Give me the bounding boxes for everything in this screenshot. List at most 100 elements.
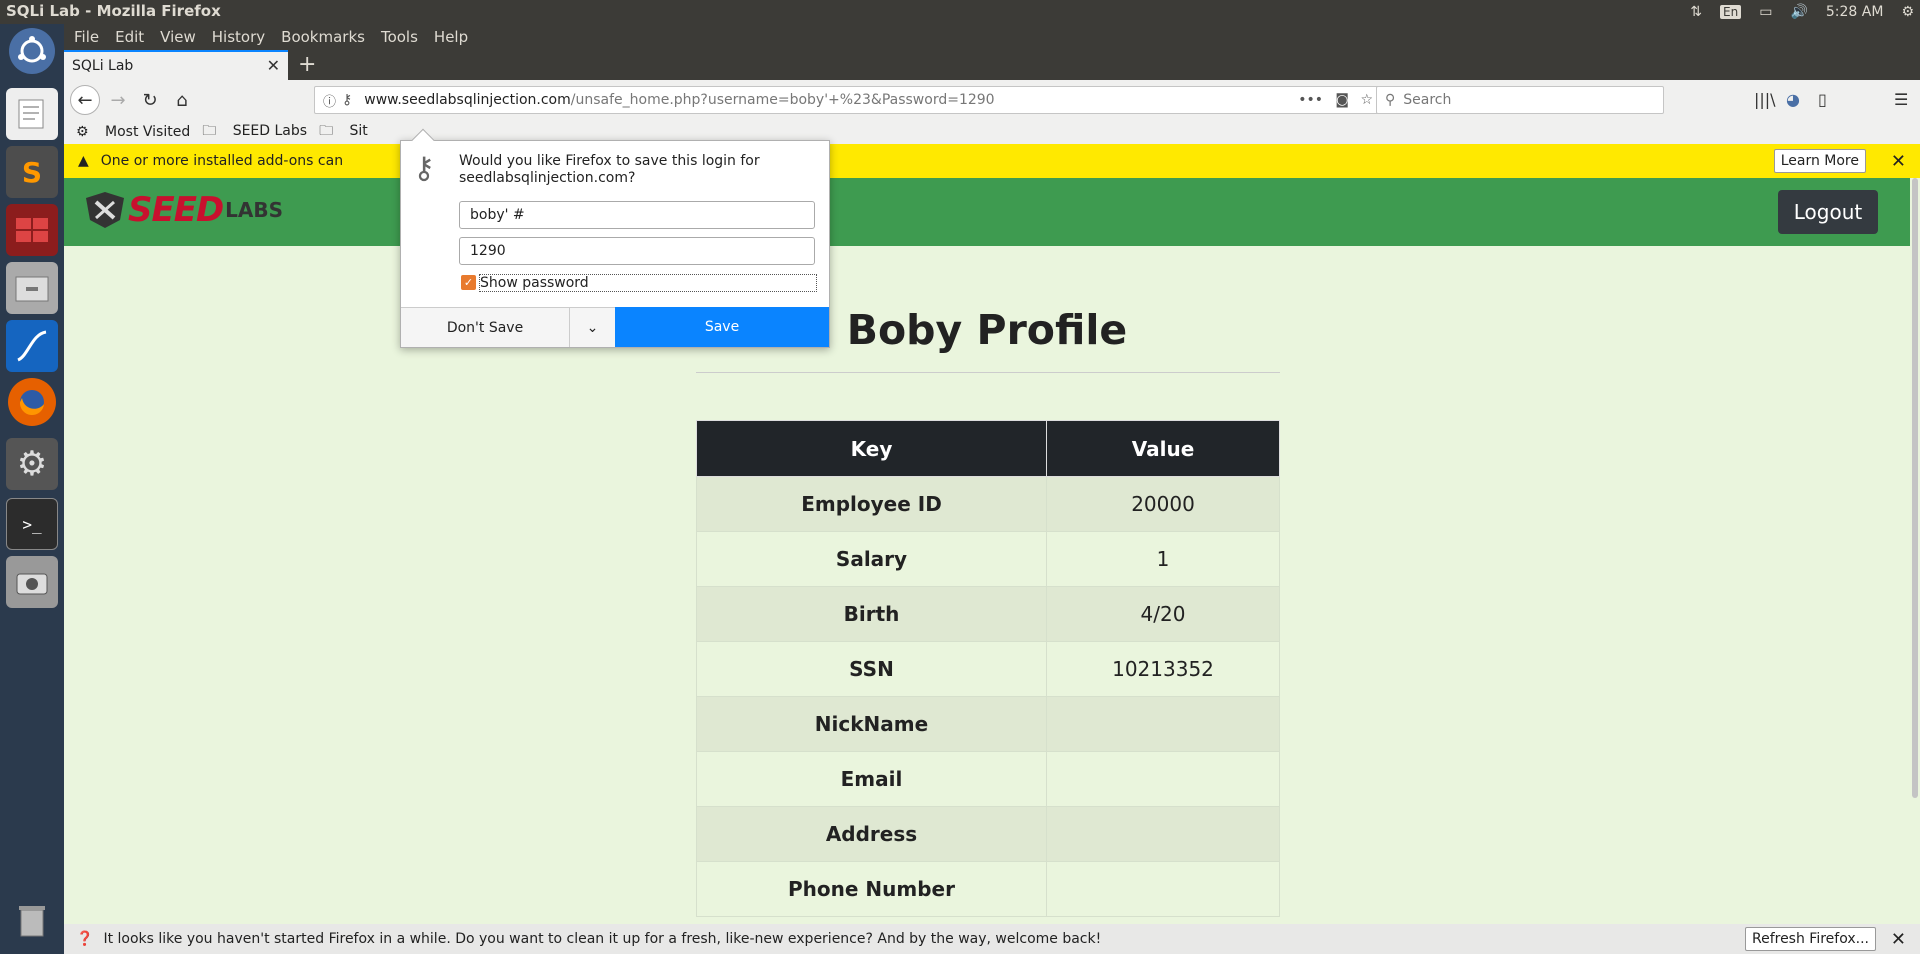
sidebar-icon[interactable]: ▯ xyxy=(1818,90,1827,109)
dont-save-button[interactable]: Don't Save xyxy=(401,307,569,347)
row-key: Birth xyxy=(696,586,1047,642)
notification-close-icon[interactable]: ✕ xyxy=(1891,929,1906,950)
column-header-key: Key xyxy=(696,420,1047,477)
row-key: Phone Number xyxy=(696,861,1047,917)
refresh-firefox-button[interactable]: Refresh Firefox... xyxy=(1744,927,1876,951)
table-header-row: Key Value xyxy=(696,420,1280,477)
table-row: NickName xyxy=(696,696,1280,752)
url-bar[interactable]: ⓘ ⚷ www.seedlabsqlinjection.com/unsafe_h… xyxy=(314,86,1384,114)
logo-seed-text: SEED xyxy=(128,190,224,230)
most-visited-bookmark[interactable]: ⚙ Most Visited xyxy=(76,124,190,140)
bookmarks-toolbar: ⚙ Most Visited 🗀 SEED Labs 🗀 Sit xyxy=(64,120,1920,144)
home-icon[interactable]: ⌂ xyxy=(168,86,196,114)
row-value xyxy=(1046,751,1280,807)
bookmark-star-icon[interactable]: ☆ xyxy=(1360,92,1373,108)
sites-label: Sit xyxy=(349,123,368,139)
reload-icon[interactable]: ↻ xyxy=(136,86,164,114)
terminal-icon[interactable]: >_ xyxy=(6,498,58,550)
chevron-down-icon[interactable]: ⌄ xyxy=(569,307,615,347)
new-tab-plus-icon[interactable]: + xyxy=(298,52,316,77)
pocket-icon[interactable]: ◙ xyxy=(1335,92,1349,108)
learn-more-button[interactable]: Learn More xyxy=(1773,149,1866,173)
clock[interactable]: 5:28 AM xyxy=(1826,4,1884,20)
popup-message-line2: seedlabsqlinjection.com? xyxy=(459,170,636,186)
logo-labs-text: LABS xyxy=(225,198,284,222)
menu-bar: File Edit View History Bookmarks Tools H… xyxy=(64,24,1920,50)
network-icon[interactable]: ⇅ xyxy=(1690,4,1702,20)
menu-bookmarks[interactable]: Bookmarks xyxy=(281,28,365,46)
system-settings-icon[interactable]: ⚙ xyxy=(6,438,58,490)
battery-icon[interactable]: ▭ xyxy=(1759,4,1772,20)
trash-icon[interactable] xyxy=(6,894,58,946)
menu-file[interactable]: File xyxy=(74,28,99,46)
seed-labs-logo[interactable]: SEED LABS xyxy=(82,190,283,230)
volume-icon[interactable]: 🔊 xyxy=(1790,4,1807,20)
site-info-icon[interactable]: ⓘ xyxy=(323,91,336,110)
tab-strip: SQLi Lab ✕ + xyxy=(64,50,1920,80)
search-placeholder: Search xyxy=(1403,92,1452,108)
show-password-label[interactable]: Show password xyxy=(479,274,817,292)
table-row: Salary 1 xyxy=(696,531,1280,587)
table-row: Birth 4/20 xyxy=(696,586,1280,642)
page-title: Boby Profile xyxy=(846,306,1128,354)
library-icon[interactable]: |||\ xyxy=(1754,90,1776,109)
most-visited-label: Most Visited xyxy=(105,124,191,140)
tab-title: SQLi Lab xyxy=(72,58,134,74)
hamburger-menu-icon[interactable]: ☰ xyxy=(1894,90,1908,109)
addon-bar-close-icon[interactable]: ✕ xyxy=(1891,151,1906,172)
window-title: SQLi Lab - Mozilla Firefox xyxy=(6,2,221,20)
page-scrollbar[interactable] xyxy=(1910,178,1920,924)
sites-bookmark[interactable]: 🗀 Sit xyxy=(319,120,368,144)
menu-edit[interactable]: Edit xyxy=(115,28,144,46)
workspace-switcher-icon[interactable] xyxy=(6,204,58,256)
seed-labs-bookmark[interactable]: 🗀 SEED Labs xyxy=(202,120,307,144)
logout-button[interactable]: Logout xyxy=(1778,190,1878,234)
screenshot-camera-icon[interactable] xyxy=(6,556,58,608)
launcher: S ⚙ >_ xyxy=(0,24,64,954)
menu-help[interactable]: Help xyxy=(434,28,468,46)
save-login-popup: ⚷ Would you like Firefox to save this lo… xyxy=(400,128,830,348)
keyboard-language[interactable]: En xyxy=(1720,5,1742,19)
text-editor-icon[interactable] xyxy=(6,88,58,140)
page-content: SEED LABS Logout Boby Profile Key Value … xyxy=(64,178,1910,924)
username-field[interactable]: boby' # xyxy=(459,201,815,229)
scrollbar-thumb[interactable] xyxy=(1912,178,1918,798)
ubuntu-dash-icon[interactable] xyxy=(9,28,55,74)
search-bar[interactable]: ⚲ Search xyxy=(1376,86,1664,114)
menu-tools[interactable]: Tools xyxy=(381,28,418,46)
row-key: SSN xyxy=(696,641,1047,697)
firefox-icon[interactable] xyxy=(8,378,56,426)
menu-view[interactable]: View xyxy=(160,28,196,46)
password-field[interactable]: 1290 xyxy=(459,237,815,265)
save-button[interactable]: Save xyxy=(615,307,829,347)
addon-warning-text: One or more installed add-ons can xyxy=(100,153,344,169)
popup-message-line1: Would you like Firefox to save this logi… xyxy=(459,153,760,169)
row-value xyxy=(1046,696,1280,752)
tab-close-icon[interactable]: ✕ xyxy=(267,56,280,75)
sync-account-icon[interactable]: ◕ xyxy=(1786,90,1800,109)
settings-gear-icon[interactable]: ⚙ xyxy=(1901,4,1914,20)
url-host: www.seedlabsqlinjection.com xyxy=(364,92,571,108)
popup-message: Would you like Firefox to save this logi… xyxy=(459,153,760,187)
row-key: Address xyxy=(696,806,1047,862)
table-row: Employee ID 20000 xyxy=(696,476,1280,532)
file-manager-icon[interactable] xyxy=(6,262,58,314)
row-value xyxy=(1046,861,1280,917)
forward-arrow-icon[interactable]: → xyxy=(104,86,132,114)
show-password-checkbox[interactable]: ✓ xyxy=(461,275,476,290)
menu-history[interactable]: History xyxy=(212,28,265,46)
column-header-value: Value xyxy=(1046,420,1280,477)
row-key: Email xyxy=(696,751,1047,807)
navigation-toolbar: ← → ↻ ⌂ ⓘ ⚷ www.seedlabsqlinjection.com /… xyxy=(64,80,1920,120)
login-key-icon[interactable]: ⚷ xyxy=(342,92,352,108)
sublime-text-icon[interactable]: S xyxy=(6,146,58,198)
tab-sqli-lab[interactable]: SQLi Lab ✕ xyxy=(64,50,288,80)
table-row: Email xyxy=(696,751,1280,807)
wireshark-icon[interactable] xyxy=(6,320,58,372)
system-tray: ⇅ En ▭ 🔊 5:28 AM ⚙ xyxy=(1690,0,1920,24)
page-actions-icon[interactable]: ••• xyxy=(1298,92,1323,108)
table-row: Phone Number xyxy=(696,861,1280,917)
top-panel: SQLi Lab - Mozilla Firefox ⇅ En ▭ 🔊 5:28… xyxy=(0,0,1920,24)
search-icon: ⚲ xyxy=(1385,92,1396,108)
back-arrow-icon[interactable]: ← xyxy=(70,85,100,115)
